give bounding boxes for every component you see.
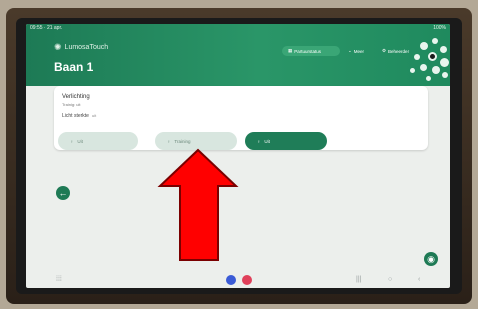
apps-icon[interactable]: ⁞⁞⁞: [56, 276, 62, 283]
bulb-icon: ♀: [167, 138, 171, 144]
bulb-icon: ♀: [257, 138, 261, 144]
bulb-icon: ♀: [70, 138, 74, 144]
system-navbar: ⁞⁞⁞ ||| ○ ‹: [26, 274, 450, 288]
option-uit-label: Uit: [77, 138, 83, 144]
arrow-left-icon: ←: [58, 188, 68, 198]
logo-text: LumosaTouch: [64, 44, 109, 51]
light-strength: Licht sterkte uit: [62, 113, 96, 119]
app-header: ✺ LumosaTouch Baan 1 ▦ Partuurstatus ⌄ M…: [26, 24, 450, 86]
status-time: 09:55 · 21 apr.: [30, 25, 63, 31]
light-strength-label: Licht sterkte: [62, 113, 89, 119]
more-button[interactable]: ⌄ Meer: [342, 46, 376, 56]
lighting-card: Verlichting Trainig: uit Licht sterkte ui…: [54, 86, 428, 150]
status-battery: 100%: [433, 25, 446, 31]
parts-status-label: Partuurstatus: [294, 48, 322, 54]
gear-icon: ⚙: [382, 48, 387, 53]
tablet-screen: ✺ LumosaTouch Baan 1 ▦ Partuurstatus ⌄ M…: [26, 24, 450, 288]
option-training-button[interactable]: ♀ Training: [155, 132, 237, 150]
chevron-down-icon: ⌄: [348, 48, 352, 53]
option-aan-label: Uit: [264, 138, 270, 144]
app-shortcut-1-icon[interactable]: [226, 275, 236, 285]
logo-icon: ✺: [54, 42, 62, 52]
option-uit-button[interactable]: ♀ Uit: [58, 132, 138, 150]
card-subheading: Trainig: uit: [62, 102, 81, 107]
grid-icon: ▦: [288, 48, 293, 53]
admin-label: Beheerder: [388, 48, 410, 54]
card-heading: Verlichting: [62, 94, 90, 100]
light-strength-value: uit: [91, 113, 97, 118]
app-logo: ✺ LumosaTouch: [54, 42, 108, 53]
recents-icon[interactable]: |||: [356, 276, 361, 283]
back-button[interactable]: ←: [56, 186, 70, 200]
page-title: Baan 1: [54, 60, 94, 74]
admin-button[interactable]: ⚙ Beheerder: [376, 46, 424, 56]
help-button[interactable]: ◉: [424, 252, 438, 266]
option-aan-button[interactable]: ♀ Uit: [245, 132, 327, 150]
parts-status-button[interactable]: ▦ Partuurstatus: [282, 46, 340, 56]
more-label: Meer: [353, 48, 365, 54]
status-bar: 09:55 · 21 apr. 100%: [26, 24, 450, 32]
app-shortcut-2-icon[interactable]: [242, 275, 252, 285]
info-icon: ◉: [427, 254, 435, 264]
home-icon[interactable]: ○: [388, 276, 392, 283]
nav-back-icon[interactable]: ‹: [418, 276, 420, 283]
option-training-label: Training: [174, 138, 191, 144]
